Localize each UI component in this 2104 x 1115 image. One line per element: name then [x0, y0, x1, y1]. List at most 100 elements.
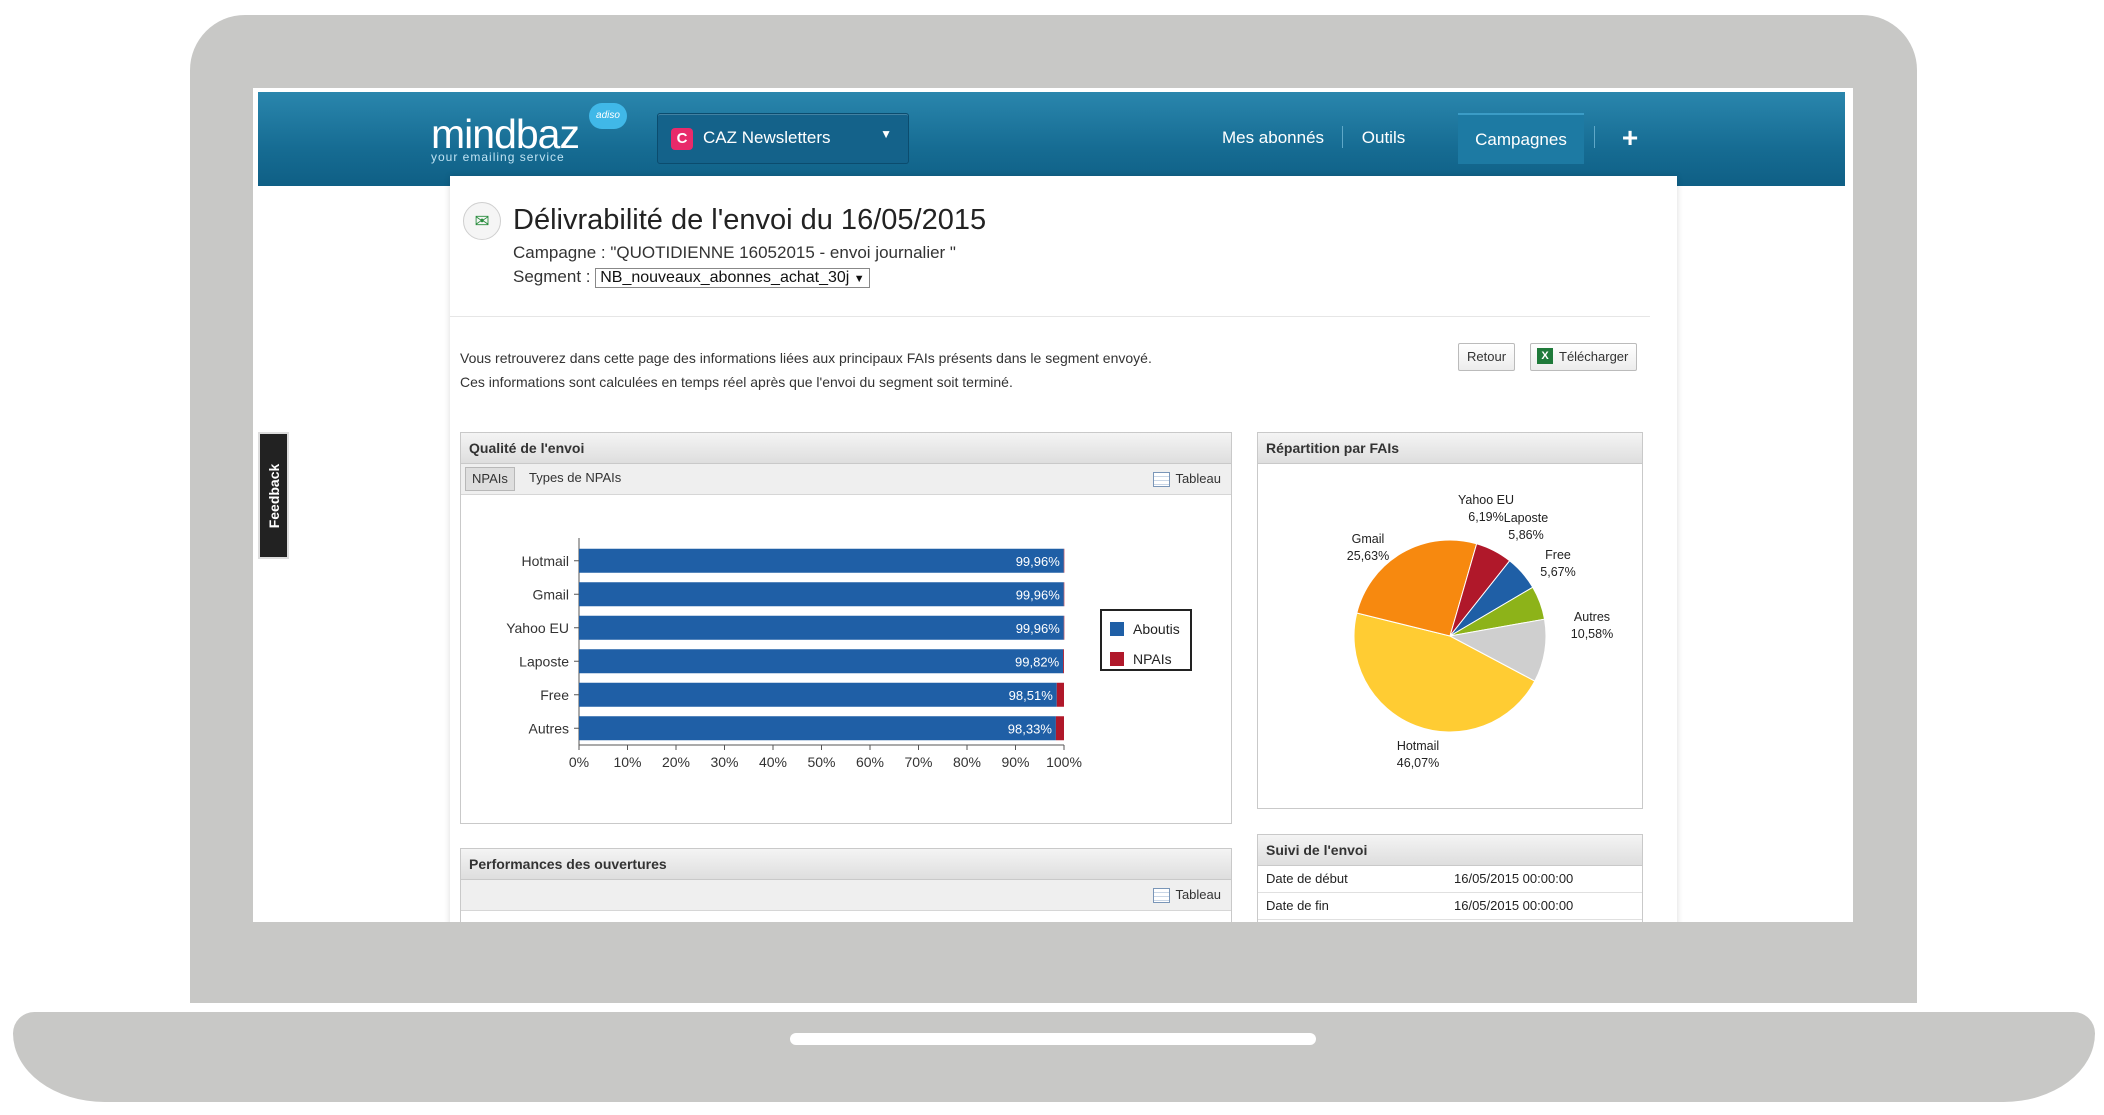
- chevron-down-icon: ▼: [880, 127, 892, 141]
- bar-npais: [1063, 649, 1064, 674]
- chevron-down-icon: ▼: [853, 273, 865, 285]
- campaign-label: Campagne :: [513, 243, 606, 262]
- perf-panel: Performances des ouvertures Tableau: [460, 848, 1232, 922]
- segment-select[interactable]: NB_nouveaux_abonnes_achat_30j ▼: [595, 268, 870, 288]
- npai-bar-chart: Hotmail 99,96% Gmail 99,96% Yahoo EU 99,96% La…: [506, 538, 1192, 770]
- bar-npais: [1063, 615, 1065, 640]
- x-tick-label: 90%: [1001, 754, 1029, 770]
- legend-label: Aboutis: [1133, 621, 1180, 637]
- pie-label-name: Hotmail: [1397, 739, 1439, 753]
- category-label: Laposte: [519, 653, 569, 669]
- category-label: Autres: [529, 720, 569, 736]
- bar-value-label: 98,51%: [1009, 688, 1054, 703]
- mindbaz-logo[interactable]: mindbaz your emailing service adiso: [431, 103, 627, 164]
- category-label: Gmail: [532, 586, 569, 602]
- telecharger-button[interactable]: X Télécharger: [1530, 343, 1638, 371]
- legend-label: NPAIs: [1133, 651, 1172, 667]
- feedback-tab[interactable]: Feedback: [258, 432, 289, 559]
- bar-aboutis: [579, 582, 1064, 607]
- segment-label: Segment :: [513, 267, 591, 286]
- bar-aboutis: [579, 716, 1056, 741]
- nav-campagnes[interactable]: Campagnes: [1458, 113, 1584, 164]
- table-row: Date de début 16/05/2015 00:00:00: [1258, 866, 1642, 893]
- tableau-label: Tableau: [1175, 887, 1221, 902]
- bar-npais: [1055, 716, 1064, 741]
- pie-label-value: 5,86%: [1508, 528, 1543, 542]
- row-key: Date de fin: [1266, 898, 1329, 913]
- x-tick-label: 80%: [953, 754, 981, 770]
- campaign-value: "QUOTIDIENNE 16052015 - envoi journalier…: [610, 243, 956, 262]
- logo-tagline: your emailing service: [431, 150, 565, 164]
- bar-aboutis: [579, 649, 1064, 674]
- bar-value-label: 99,96%: [1016, 621, 1061, 636]
- quality-panel: Qualité de l'envoi NPAIs Types de NPAIs …: [460, 432, 1232, 824]
- category-label: Free: [540, 687, 569, 703]
- tableau-button[interactable]: Tableau: [1153, 884, 1221, 906]
- bar-value-label: 99,96%: [1016, 554, 1061, 569]
- pie-label-value: 6,19%: [1468, 510, 1503, 524]
- pie-label-name: Laposte: [1504, 511, 1549, 525]
- nav-separator: [1594, 126, 1595, 148]
- quality-toolbar: NPAIs Types de NPAIs Tableau: [461, 464, 1231, 495]
- x-tick-label: 20%: [662, 754, 690, 770]
- quality-panel-title: Qualité de l'envoi: [461, 433, 1231, 464]
- bar-value-label: 99,96%: [1016, 587, 1061, 602]
- account-selector[interactable]: C CAZ Newsletters ▼: [657, 113, 909, 164]
- bar-aboutis: [579, 682, 1057, 707]
- header-divider: [450, 316, 1650, 317]
- retour-button[interactable]: Retour: [1458, 343, 1516, 371]
- perf-panel-title: Performances des ouvertures: [461, 849, 1231, 880]
- logo-badge: adiso: [589, 103, 627, 129]
- table-icon: [1153, 888, 1171, 903]
- pie-label-value: 10,58%: [1571, 627, 1613, 641]
- bar-aboutis: [579, 615, 1064, 640]
- tableau-button[interactable]: Tableau: [1153, 468, 1221, 490]
- suivi-panel: Suivi de l'envoi Date de début 16/05/201…: [1257, 834, 1643, 922]
- intro-line-2: Ces informations sont calculées en temps…: [460, 374, 1013, 390]
- deliverability-icon: ✉: [463, 202, 501, 240]
- x-tick-label: 50%: [807, 754, 835, 770]
- category-label: Hotmail: [522, 553, 569, 569]
- table-icon: [1153, 472, 1171, 487]
- logo-main-text: mindbaz: [431, 111, 580, 157]
- bar-value-label: 99,82%: [1015, 654, 1060, 669]
- x-tick-label: 40%: [759, 754, 787, 770]
- top-navbar: mindbaz your emailing service adiso C CA…: [258, 92, 1845, 186]
- account-label: CAZ Newsletters: [703, 128, 831, 147]
- fai-panel-title: Répartition par FAIs: [1258, 433, 1642, 464]
- nav-add-button[interactable]: +: [1610, 113, 1650, 162]
- row-value: 16/05/2015 00:00:00: [1454, 898, 1574, 913]
- category-label: Yahoo EU: [506, 620, 569, 636]
- nav-separator: [1342, 126, 1343, 148]
- suivi-panel-title: Suivi de l'envoi: [1258, 835, 1642, 866]
- row-key: Date de début: [1266, 871, 1348, 886]
- screen: mindbaz your emailing service adiso C CA…: [253, 88, 1853, 922]
- x-tick-label: 10%: [613, 754, 641, 770]
- bar-npais: [1063, 582, 1065, 607]
- legend-swatch: [1110, 652, 1124, 666]
- legend-swatch: [1110, 622, 1124, 636]
- segment-value: NB_nouveaux_abonnes_achat_30j: [600, 269, 850, 286]
- table-row: Date de fin 16/05/2015 00:00:00: [1258, 893, 1642, 920]
- x-tick-label: 100%: [1046, 754, 1082, 770]
- x-tick-label: 0%: [569, 754, 589, 770]
- pie-label-value: 5,67%: [1540, 565, 1575, 579]
- bar-npais: [1063, 548, 1065, 573]
- pie-label-name: Autres: [1574, 610, 1610, 624]
- perf-toolbar: Tableau: [461, 880, 1231, 911]
- campaign-line: Campagne : "QUOTIDIENNE 16052015 - envoi…: [513, 243, 956, 263]
- tab-npais[interactable]: NPAIs: [465, 467, 515, 491]
- row-value: 16/05/2015 00:00:00: [1454, 871, 1574, 886]
- bar-value-label: 98,33%: [1008, 721, 1053, 736]
- nav-outils[interactable]: Outils: [1351, 113, 1416, 162]
- bar-aboutis: [579, 548, 1064, 573]
- page-title: Délivrabilité de l'envoi du 16/05/2015: [513, 204, 987, 236]
- tab-types-npais[interactable]: Types de NPAIs: [523, 467, 627, 489]
- pie-label-name: Yahoo EU: [1458, 493, 1514, 507]
- x-tick-label: 60%: [856, 754, 884, 770]
- intro-line-1: Vous retrouverez dans cette page des inf…: [460, 350, 1152, 366]
- account-icon: C: [671, 128, 693, 150]
- x-tick-label: 70%: [904, 754, 932, 770]
- segment-line: Segment : NB_nouveaux_abonnes_achat_30j …: [513, 267, 870, 288]
- nav-mes-abonnes[interactable]: Mes abonnés: [1214, 113, 1332, 162]
